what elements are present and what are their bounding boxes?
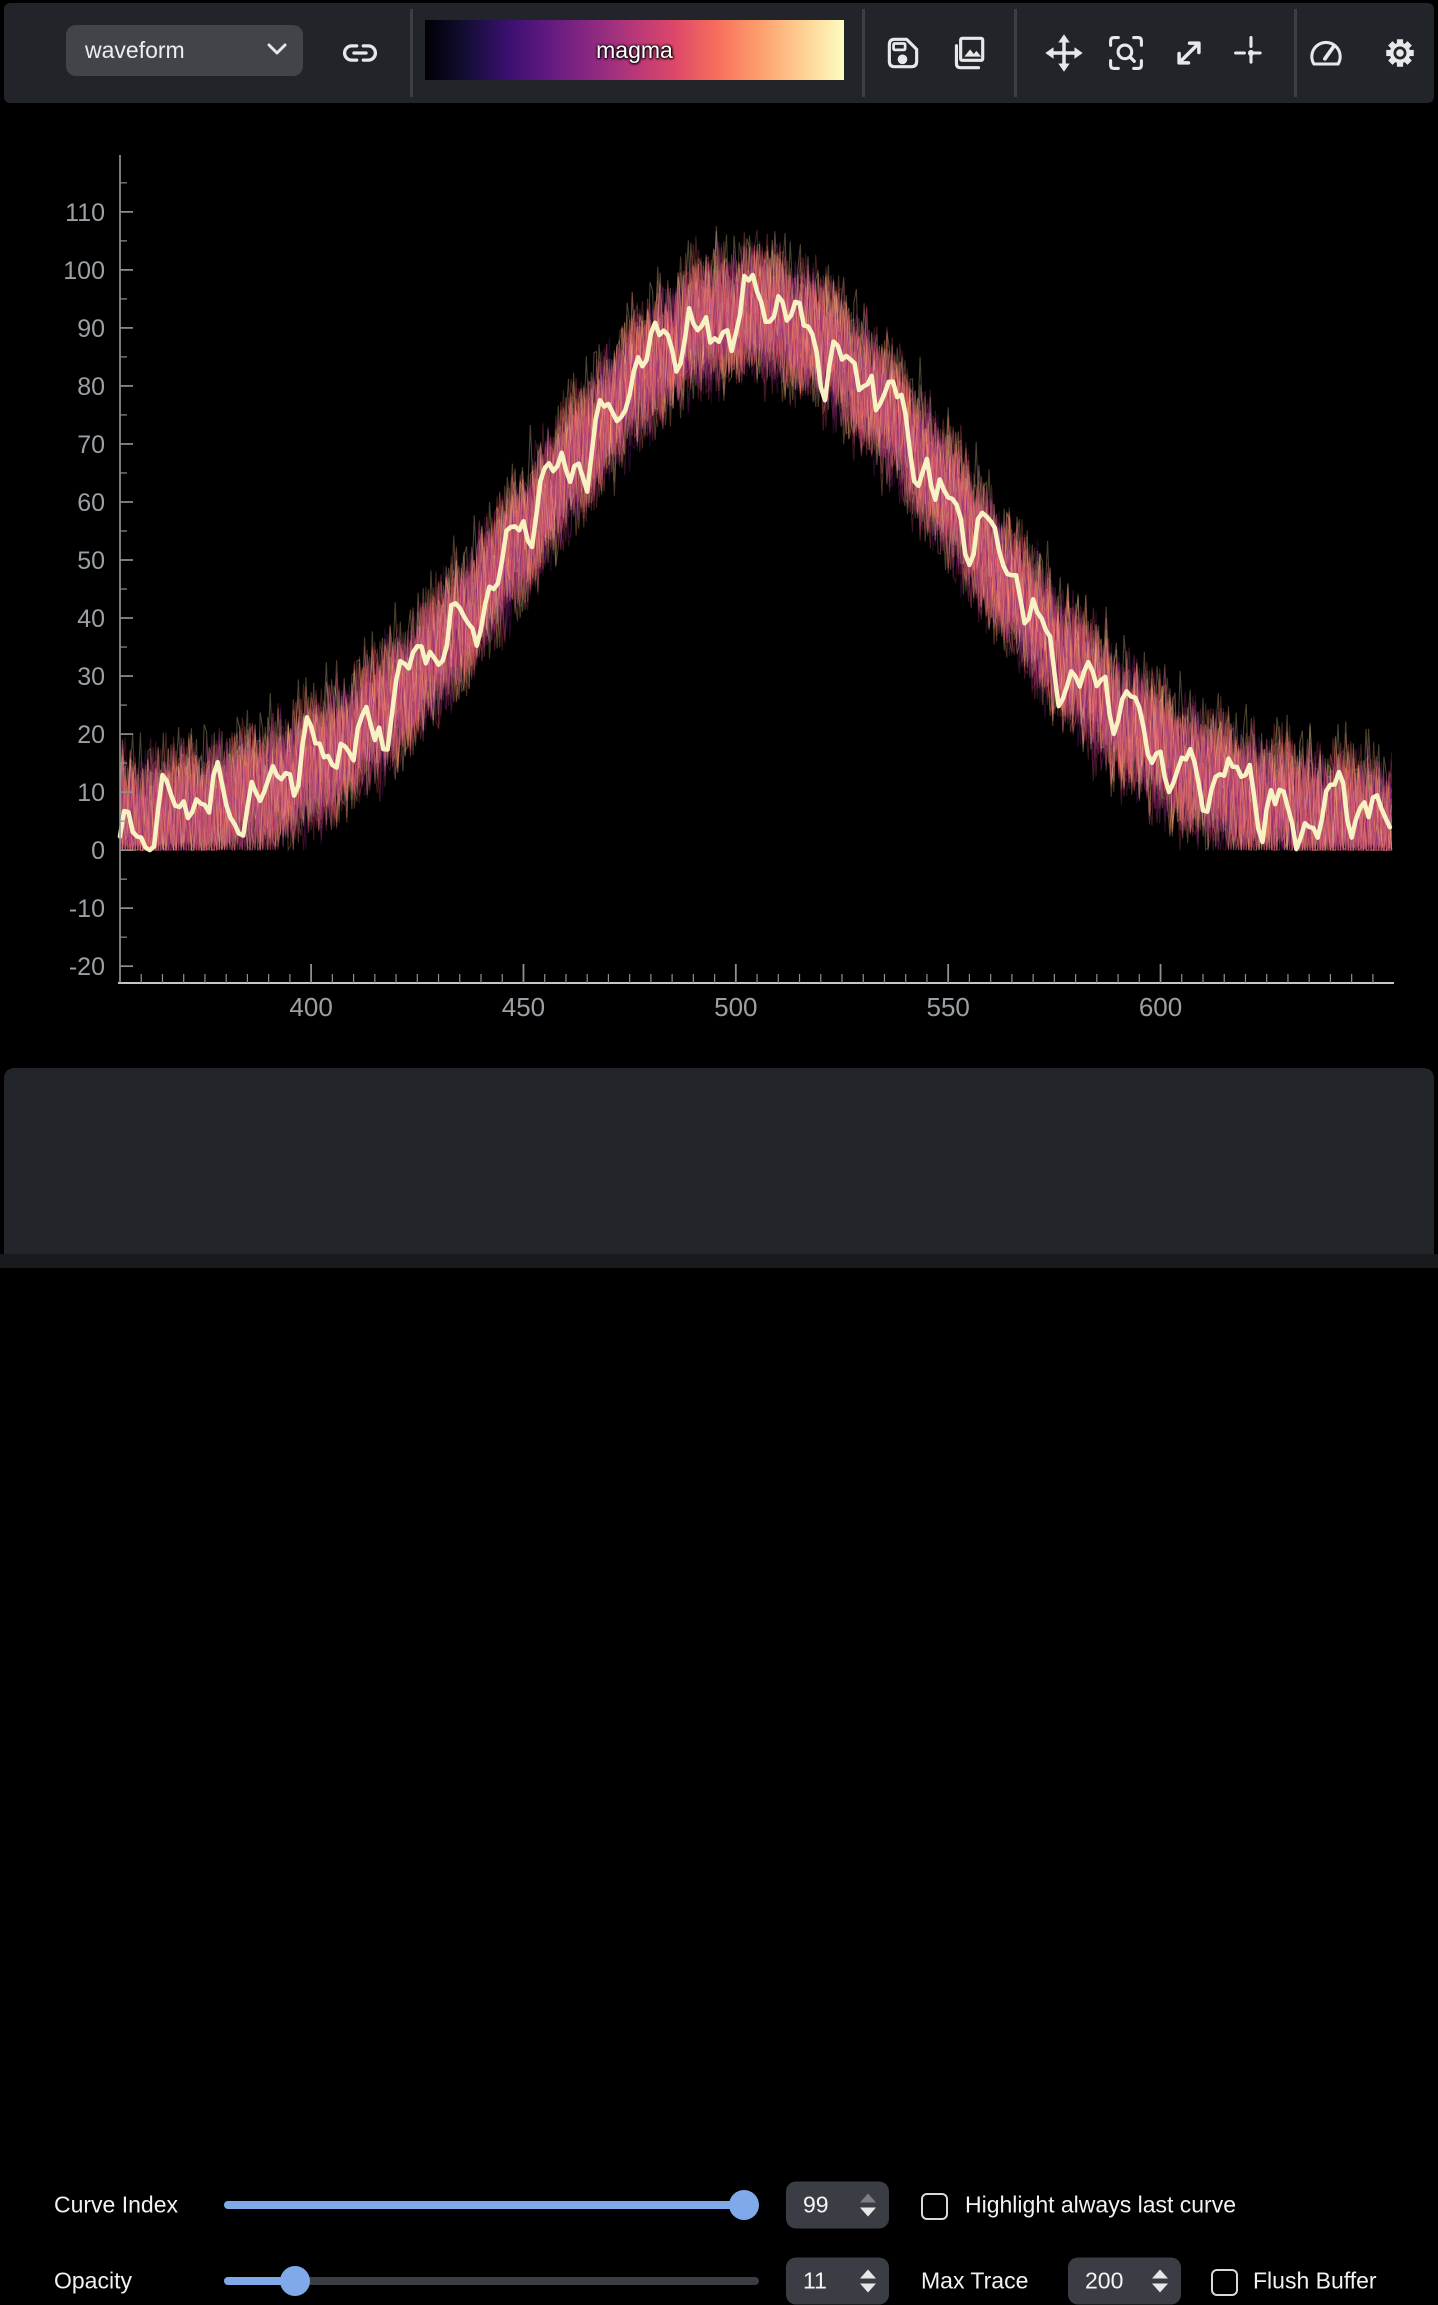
colormap-label: magma	[596, 37, 673, 64]
save-button[interactable]	[879, 29, 927, 77]
y-axis-tick-label: 20	[77, 721, 105, 749]
x-axis-tick-label: 500	[714, 992, 757, 1022]
y-axis-tick-label: 80	[77, 373, 105, 401]
y-axis-tick-label: 90	[77, 315, 105, 343]
toolbar-divider	[1014, 9, 1017, 97]
y-axis-tick-label: 60	[77, 489, 105, 517]
zoom-region-button[interactable]	[1102, 29, 1150, 77]
slider-handle[interactable]	[280, 2266, 310, 2296]
dataset-dropdown[interactable]: waveform	[66, 25, 303, 76]
toolbar: waveform magma	[4, 3, 1434, 103]
move-icon	[1042, 31, 1086, 75]
slider-handle[interactable]	[729, 2190, 759, 2220]
slider-fill	[224, 2201, 744, 2209]
y-axis-tick-label: -10	[69, 895, 105, 923]
autoscale-button[interactable]	[1165, 29, 1213, 77]
waveform-plot[interactable]: -20 -10 0 10 20 30 40 50 60 70 80 90 100 110 400 450 500…	[0, 103, 1438, 1068]
toolbar-divider	[1294, 9, 1297, 97]
spin-down-icon[interactable]	[1152, 2284, 1168, 2293]
y-axis-tick-label: 0	[91, 837, 105, 865]
y-axis-tick-label: 70	[77, 431, 105, 459]
control-panel: Curve Index 99 Highlight always last cur…	[4, 1068, 1434, 1254]
export-image-button[interactable]	[944, 29, 992, 77]
curve-index-slider[interactable]	[224, 2190, 759, 2220]
y-axis-tick-label: 100	[63, 257, 105, 285]
colormap-bar[interactable]: magma	[425, 20, 844, 80]
speedometer-icon	[1305, 32, 1347, 74]
y-axis-tick-label: 50	[77, 547, 105, 575]
max-trace-spinbox[interactable]: 200	[1068, 2258, 1181, 2305]
link-icon	[338, 31, 382, 75]
curve-index-label: Curve Index	[54, 2192, 178, 2219]
chevron-down-icon	[267, 43, 287, 57]
opacity-slider[interactable]	[224, 2266, 759, 2296]
curve-index-value: 99	[786, 2192, 860, 2219]
dataset-dropdown-value: waveform	[66, 37, 185, 64]
max-trace-value: 200	[1068, 2268, 1152, 2295]
flush-buffer-label: Flush Buffer	[1253, 2268, 1377, 2295]
pan-button[interactable]	[1040, 29, 1088, 77]
zoom-area-icon	[1104, 31, 1148, 75]
toolbar-divider	[862, 9, 865, 97]
image-export-icon	[947, 32, 989, 74]
max-trace-label: Max Trace	[921, 2268, 1028, 2295]
y-axis-tick-label: -20	[69, 953, 105, 981]
toolbar-divider	[410, 9, 413, 97]
x-axis-tick-label: 400	[289, 992, 332, 1022]
flush-buffer-checkbox[interactable]	[1211, 2269, 1238, 2296]
x-axis-tick-label: 600	[1139, 992, 1182, 1022]
opacity-value: 11	[786, 2268, 860, 2295]
highlight-last-label: Highlight always last curve	[965, 2192, 1236, 2219]
settings-button[interactable]	[1376, 29, 1424, 77]
spin-down-icon[interactable]	[860, 2208, 876, 2217]
opacity-label: Opacity	[54, 2268, 132, 2295]
diagonal-expand-icon	[1167, 31, 1211, 75]
spin-up-icon[interactable]	[860, 2194, 876, 2203]
y-axis-tick-label: 110	[65, 199, 105, 227]
opacity-spinbox[interactable]: 11	[786, 2258, 889, 2305]
spin-up-icon[interactable]	[860, 2270, 876, 2279]
highlight-last-checkbox[interactable]	[921, 2193, 948, 2220]
y-axis-tick-label: 30	[77, 663, 105, 691]
gear-icon	[1378, 31, 1422, 75]
plot-panel: -20 -10 0 10 20 30 40 50 60 70 80 90 100 110 400 450 500…	[0, 103, 1438, 1068]
y-axis-tick-label: 10	[77, 779, 105, 807]
link-button[interactable]	[336, 29, 384, 77]
crosshair-icon	[1229, 31, 1273, 75]
y-axis-tick-label: 40	[77, 605, 105, 633]
spin-down-icon[interactable]	[860, 2284, 876, 2293]
x-axis-tick-label: 550	[926, 992, 969, 1022]
bottom-strip	[0, 1254, 1438, 1268]
crosshair-button[interactable]	[1227, 29, 1275, 77]
save-icon	[882, 32, 924, 74]
performance-button[interactable]	[1302, 29, 1350, 77]
curve-index-spinbox[interactable]: 99	[786, 2182, 889, 2229]
spin-up-icon[interactable]	[1152, 2270, 1168, 2279]
x-axis-tick-label: 450	[502, 992, 545, 1022]
